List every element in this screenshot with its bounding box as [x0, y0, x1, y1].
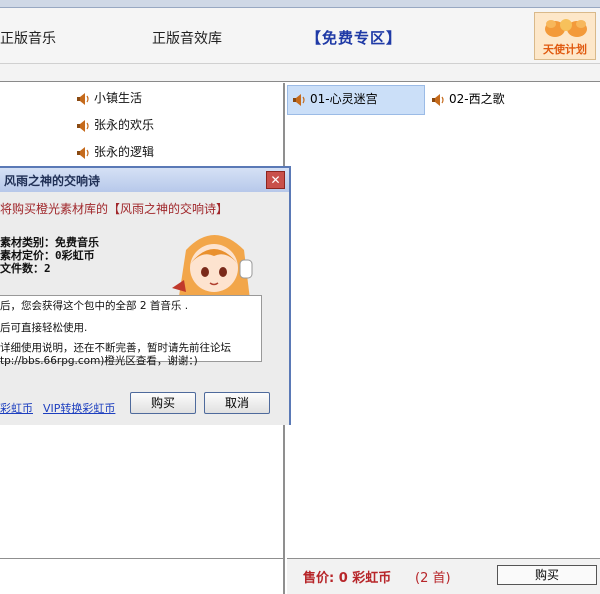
toolbar-separator — [0, 64, 600, 82]
dialog-titlebar[interactable]: 风雨之神的交响诗 ✕ — [0, 168, 289, 192]
tree-item-label: 张永的逻辑 — [94, 145, 155, 159]
speaker-icon — [432, 93, 444, 106]
info-file-count: 文件数：2 — [0, 262, 51, 275]
tree-item[interactable]: 张永的欢乐 — [76, 114, 154, 136]
tree-item-label: 小镇生活 — [94, 91, 143, 105]
buy-button[interactable]: 购买 — [497, 565, 597, 585]
file-item[interactable]: 02-西之歌 — [427, 86, 567, 116]
dialog-heading: 将购买橙光素材库的【风雨之神的交响诗】 — [0, 202, 229, 216]
vip-convert-link[interactable]: VIP转换彩虹币 — [43, 400, 115, 416]
speaker-icon — [77, 146, 89, 159]
tab-licensed-sfx[interactable]: 正版音效库 — [152, 28, 222, 48]
dialog-title: 风雨之神的交响诗 — [4, 174, 101, 188]
speaker-icon — [77, 92, 89, 105]
dialog-cancel-button[interactable]: 取消 — [204, 392, 270, 414]
desc-line: 后，您会获得这个包中的全部 2 首音乐 . — [0, 300, 189, 312]
rainbow-coin-link[interactable]: 彩虹币 — [0, 400, 33, 416]
logo-wings-icon — [545, 19, 587, 37]
speaker-icon — [77, 119, 89, 132]
price-label: 售价: 0 彩虹币 — [303, 571, 392, 586]
left-footer — [0, 558, 285, 594]
header-bar: 正版音乐 正版音效库 【免费专区】 天使计划 — [0, 8, 600, 64]
tab-licensed-music[interactable]: 正版音乐 — [0, 28, 56, 48]
track-count-label: (2 首) — [415, 571, 451, 586]
file-item-label: 01-心灵迷宫 — [310, 92, 378, 106]
tree-item[interactable]: 小镇生活 — [76, 87, 142, 109]
tab-free-zone[interactable]: 【免费专区】 — [306, 27, 402, 48]
tree-item-label: 张永的欢乐 — [94, 118, 155, 132]
purchase-footer: 售价: 0 彩虹币 (2 首) 购买 — [287, 558, 600, 594]
angel-plan-logo[interactable]: 天使计划 — [534, 12, 596, 60]
logo-text: 天使计划 — [543, 43, 587, 56]
file-list-panel: 01-心灵迷宫 02-西之歌 — [287, 83, 600, 558]
purchase-dialog: 风雨之神的交响诗 ✕ 将购买橙光素材库的【风雨之神的交响诗】 素材类别：免费音乐… — [0, 166, 291, 425]
close-icon[interactable]: ✕ — [266, 171, 285, 189]
file-item-selected[interactable]: 01-心灵迷宫 — [287, 85, 425, 115]
speaker-icon — [293, 93, 305, 106]
desc-line: tp://bbs.66rpg.com)橙光区查看，谢谢：) — [0, 355, 198, 367]
dialog-body: 将购买橙光素材库的【风雨之神的交响诗】 素材类别：免费音乐 素材定价：0彩虹币 … — [0, 192, 289, 425]
window-top-strip — [0, 0, 600, 8]
dialog-buy-button[interactable]: 购买 — [130, 392, 196, 414]
desc-line: 后可直接轻松使用. — [0, 322, 88, 334]
tree-item[interactable]: 张永的逻辑 — [76, 141, 154, 163]
file-item-label: 02-西之歌 — [449, 92, 505, 106]
dialog-description-box: 后，您会获得这个包中的全部 2 首音乐 . 后可直接轻松使用. 详细使用说明，还… — [0, 295, 262, 367]
